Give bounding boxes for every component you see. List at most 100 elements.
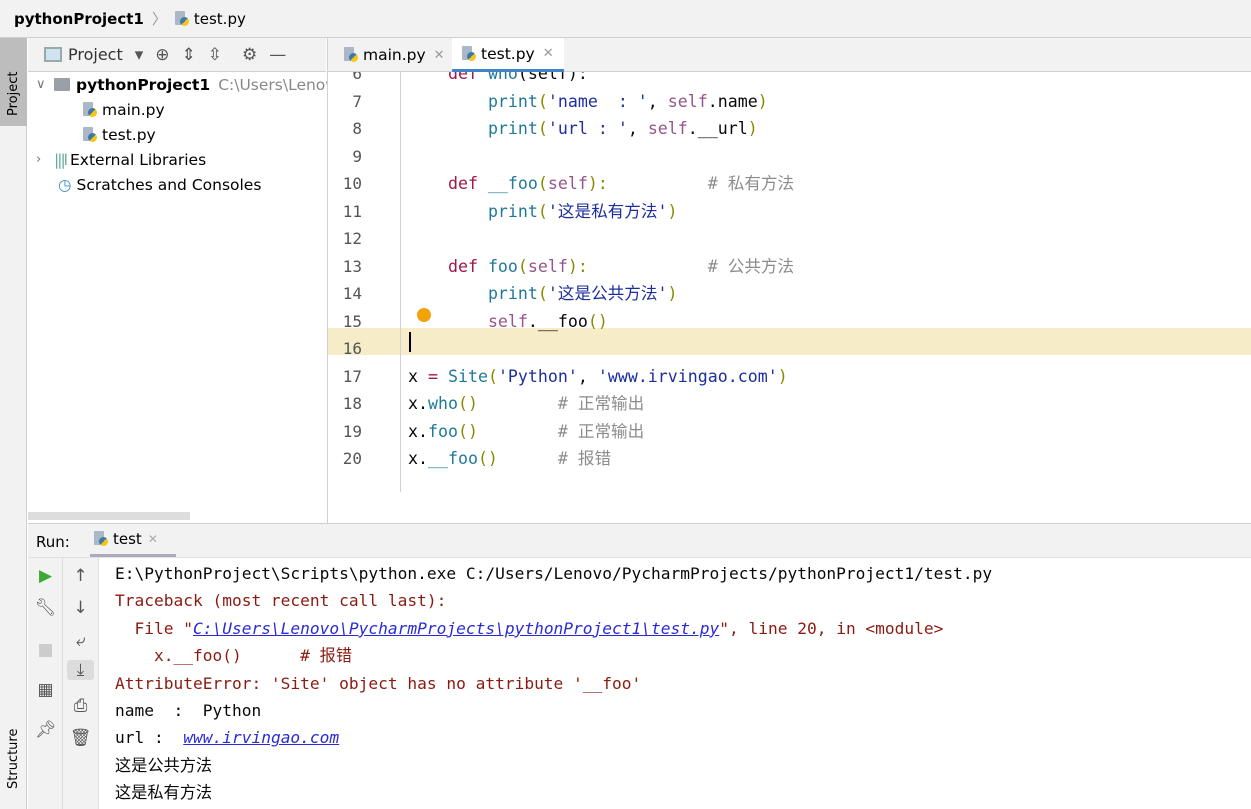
- line-number: 6: [352, 72, 362, 83]
- console-line: Traceback (most recent call last):: [115, 587, 446, 614]
- code-token: who: [427, 394, 458, 413]
- console-line: AttributeError: 'Site' object has no att…: [115, 670, 641, 697]
- gear-icon[interactable]: ⚙: [242, 45, 257, 65]
- code-token: def: [447, 256, 488, 276]
- run-tab-label: test: [113, 530, 142, 548]
- code-token: (): [457, 394, 478, 413]
- wrench-icon[interactable]: 🔧︎: [28, 598, 63, 618]
- code-token: # 报错: [497, 449, 612, 468]
- layout-icon[interactable]: ▦: [28, 680, 63, 700]
- tab-label: main.py: [363, 46, 426, 64]
- tree-item-external-libraries[interactable]: › |||l External Libraries: [36, 147, 206, 172]
- code-line: def who(self):: [408, 72, 588, 87]
- code-token: x: [408, 366, 428, 386]
- code-token: ): [747, 119, 758, 138]
- close-icon[interactable]: ✕: [148, 532, 158, 546]
- code-token: 'Python': [497, 366, 578, 386]
- code-token: (: [537, 284, 548, 303]
- breadcrumb-project[interactable]: pythonProject1: [14, 10, 144, 28]
- rerun-icon[interactable]: ▶: [28, 566, 63, 586]
- line-number: 14: [342, 284, 362, 303]
- code-token: # 正常输出: [477, 421, 645, 441]
- chevron-down-icon[interactable]: ∨: [36, 77, 54, 92]
- console-line: File "C:\Users\Lenovo\PycharmProjects\py…: [115, 615, 943, 642]
- console-link[interactable]: C:\Users\Lenovo\PycharmProjects\pythonPr…: [193, 619, 719, 638]
- code-line: x.__foo() # 报错: [408, 445, 611, 472]
- tree-item-test-py[interactable]: test.py: [83, 122, 156, 147]
- line-number: 20: [342, 449, 362, 468]
- tree-item-project-root[interactable]: ∨ pythonProject1 C:\Users\Lenovo: [36, 72, 344, 97]
- run-tab-test[interactable]: test ✕: [90, 524, 176, 557]
- code-line: print('name : ', self.name): [408, 88, 768, 115]
- chevron-right-icon[interactable]: ›: [36, 152, 54, 167]
- console-text: Traceback (most recent call last):: [115, 591, 447, 611]
- code-token: (: [537, 91, 548, 111]
- console-text: name : Python: [115, 701, 262, 720]
- console-text: 这是私有方法: [115, 783, 213, 803]
- tree-item-label: pythonProject1: [76, 75, 211, 94]
- print-icon[interactable]: ⎙: [63, 696, 98, 716]
- console-output[interactable]: E:\PythonProject\Scripts\python.exe C:/U…: [99, 558, 1251, 809]
- line-number: 18: [342, 394, 362, 413]
- code-token: 'name : ': [547, 91, 648, 111]
- scratches-icon: ◷: [58, 175, 72, 194]
- lightbulb-icon[interactable]: [417, 308, 431, 322]
- code-token: '这是公共方法': [547, 284, 668, 303]
- gutter-divider: [400, 72, 401, 492]
- tree-item-main-py[interactable]: main.py: [83, 97, 165, 122]
- tab-test-py[interactable]: test.py ✕: [452, 38, 564, 72]
- project-tree: ∨ pythonProject1 C:\Users\Lenovo main.py…: [28, 72, 344, 522]
- code-token: (: [537, 201, 548, 221]
- code-line: x.who() # 正常输出: [408, 390, 644, 417]
- pin-icon[interactable]: 📌︎: [28, 720, 63, 740]
- code-token: ): [667, 284, 678, 303]
- console-link[interactable]: www.irvingao.com: [183, 728, 339, 747]
- navigation-bar: pythonProject1 〉 test.py: [0, 0, 1251, 38]
- code-token: ,: [577, 366, 598, 386]
- soft-wrap-icon[interactable]: ⤶: [63, 631, 98, 651]
- project-tool-button[interactable]: Project: [0, 38, 27, 126]
- editor-tab-bar: main.py ✕ test.py ✕: [327, 38, 1251, 72]
- scroll-to-end-icon[interactable]: ⤓: [67, 660, 94, 680]
- tab-main-py[interactable]: main.py ✕: [334, 38, 455, 72]
- tree-item-scratches[interactable]: ◷ Scratches and Consoles: [58, 172, 261, 197]
- code-line: def __foo(self): # 私有方法: [408, 170, 794, 197]
- expand-all-icon[interactable]: ⇕: [182, 45, 196, 65]
- arrow-down-icon[interactable]: ↓: [63, 598, 98, 618]
- code-token: '这是私有方法': [547, 201, 668, 221]
- minimize-icon[interactable]: —: [269, 45, 286, 65]
- locate-icon[interactable]: ⊕: [155, 45, 169, 65]
- folder-icon: [54, 78, 70, 91]
- console-text: E:\PythonProject\Scripts\python.exe C:/U…: [115, 564, 993, 583]
- trash-icon[interactable]: 🗑︎: [63, 728, 98, 748]
- code-token: x.: [408, 421, 428, 441]
- tree-item-label: External Libraries: [69, 150, 207, 169]
- code-token: # 公共方法: [587, 256, 795, 276]
- code-token: self: [487, 311, 528, 331]
- stop-icon[interactable]: ■: [28, 640, 63, 660]
- code-token: (: [517, 256, 528, 276]
- structure-tool-button[interactable]: Structure: [0, 720, 27, 805]
- line-number: 9: [352, 146, 362, 166]
- close-icon[interactable]: ✕: [543, 46, 554, 61]
- code-token: (self):: [517, 72, 588, 83]
- arrow-up-icon[interactable]: ↑: [63, 566, 98, 586]
- close-icon[interactable]: ✕: [434, 48, 445, 63]
- line-number: 15: [342, 311, 362, 331]
- code-token: foo: [487, 256, 518, 276]
- code-editor[interactable]: 6 def who(self): 7 print('name : ', self.…: [327, 72, 1251, 523]
- code-line: print('url : ', self.__url): [408, 115, 758, 142]
- code-line: self.__foo(): [408, 308, 608, 335]
- console-line: 这是私有方法: [115, 779, 212, 806]
- horizontal-scrollbar[interactable]: [28, 512, 190, 520]
- project-view-selector[interactable]: Project: [68, 45, 123, 64]
- collapse-all-icon[interactable]: ⇳: [208, 45, 222, 65]
- code-token: Site: [447, 366, 488, 386]
- chevron-down-icon[interactable]: ▾: [135, 45, 144, 65]
- code-token: ): [757, 91, 768, 111]
- tab-label: test.py: [481, 44, 535, 63]
- breadcrumb-file[interactable]: test.py: [194, 10, 246, 28]
